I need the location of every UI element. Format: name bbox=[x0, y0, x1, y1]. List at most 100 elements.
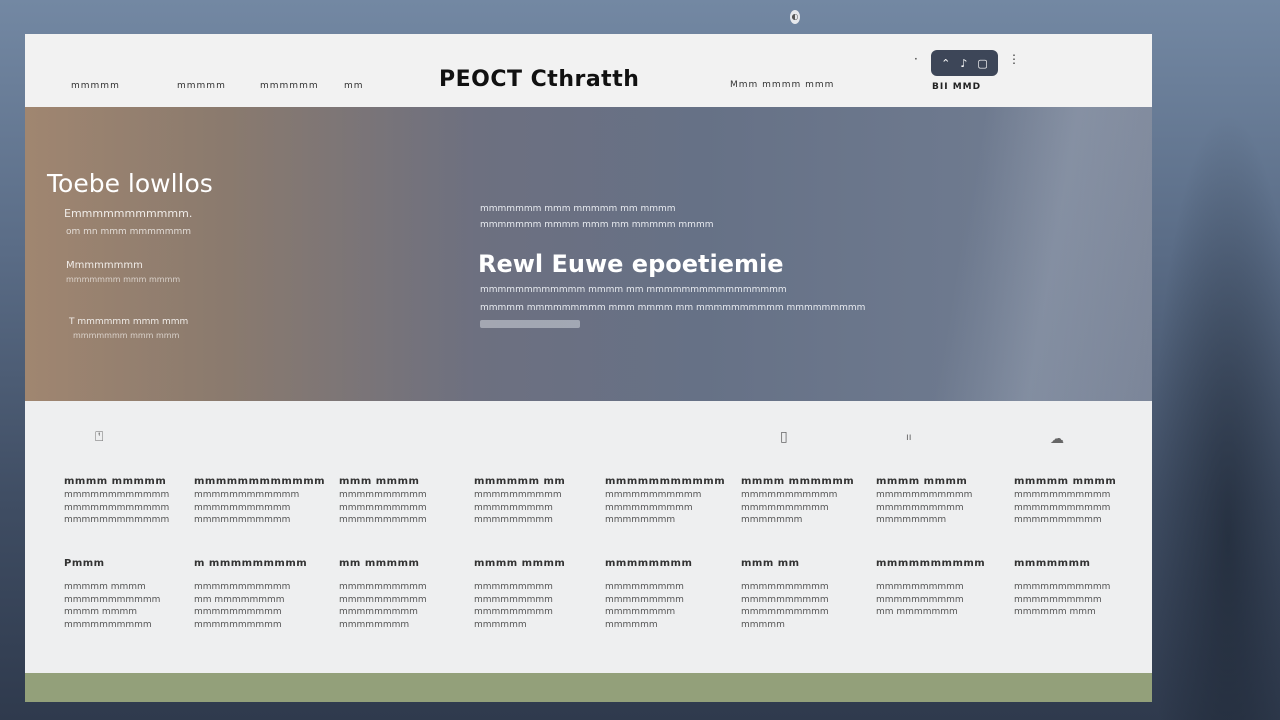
feature-item: mmmmmmmmmmm mmmmmmmmmmm mmmmmmmmmm mmmmm… bbox=[605, 475, 726, 527]
feature-text: mmmmmmmmmm bbox=[339, 515, 427, 525]
feature-item: mmmmmmmmmm mmmmmmmmmm mmmmmmmmmm mm mmmm… bbox=[876, 557, 988, 619]
hero-banner: Toebe lowllos Emmmmmmmmmmm. om mn mmm mm… bbox=[25, 107, 1152, 401]
feature-item: m mmmmmmmmm mmmmmmmmmmm mm mmmmmmmm mmmm… bbox=[194, 557, 308, 631]
feature-title: mmmmm mmmm bbox=[1014, 476, 1117, 487]
hero-label[interactable]: Mmmmmmmm bbox=[66, 260, 143, 271]
feature-title: mmmmmmmm bbox=[605, 558, 693, 569]
hero-text: T mmmmmm mmm mmm bbox=[69, 317, 189, 327]
feature-text: mmmmmmmmmmm bbox=[194, 582, 291, 592]
feature-text: mmmmmmmmmmm bbox=[194, 502, 291, 513]
header-link[interactable]: Mmm mmmm mmm bbox=[730, 80, 834, 90]
feature-text: mmmmmmmmm bbox=[474, 502, 553, 513]
feature-text: mmmmmmmmmm bbox=[1014, 515, 1102, 525]
feature-text: mmmmmmmmmm bbox=[194, 619, 282, 630]
feature-text: mmmmmmmmmm bbox=[339, 594, 427, 605]
hero-title: Toebe lowllos bbox=[47, 169, 213, 198]
feature-text: mmmmmmmmmmmm bbox=[64, 490, 170, 500]
chevron-up-icon[interactable]: ⌃ bbox=[941, 57, 950, 70]
feature-text: mmmmmm bbox=[605, 619, 658, 630]
feature-item: mmmm mmmm mmmmmmmmmmm mmmmmmmmmm mmmmmmm… bbox=[876, 475, 988, 527]
square-icon[interactable]: ▢ bbox=[977, 57, 987, 70]
hero-eyebrow: mmmmmmm mmm mmmmm mm mmmm bbox=[480, 204, 676, 214]
feature-text: mmmmmmmm bbox=[605, 515, 676, 525]
feature-title: mmm mm bbox=[741, 558, 800, 569]
hero-subtitle: Emmmmmmmmmmm. bbox=[64, 207, 193, 220]
feature-text: mmmmmmmmmm bbox=[741, 502, 829, 513]
feature-text: mmmmmmmmm bbox=[474, 582, 553, 592]
feature-item: mmmm mmmm mmmmmmmmm mmmmmmmmm mmmmmmmmm … bbox=[474, 557, 586, 631]
feature-title: m mmmmmmmmm bbox=[194, 558, 308, 569]
feature-text: mmmmmmmmmm bbox=[741, 594, 829, 605]
feature-text: mmmmmm bbox=[474, 619, 527, 630]
nav-link-1[interactable]: mmmmm bbox=[71, 81, 120, 91]
feature-text: mmmmmmmmmm bbox=[1014, 594, 1102, 605]
feature-text: mmmmmmmmmm bbox=[741, 582, 829, 592]
toolbar-pill[interactable]: ⌃ ♪ ▢ bbox=[931, 50, 998, 76]
feature-text: mmmmmmmmm bbox=[474, 515, 553, 525]
feature-text: mmmm mmmm bbox=[64, 607, 137, 617]
browser-window: mmmmm mmmmm mmmmmm mm PEOCT Cthratth Mmm… bbox=[25, 34, 1152, 702]
feature-text: mmmmmmmmmmmm bbox=[194, 490, 300, 500]
feature-title: mmmmmmmmmmm bbox=[605, 476, 726, 487]
feature-text: mmmmmmmmmmmm bbox=[64, 502, 170, 513]
nav-link-2[interactable]: mmmmm bbox=[177, 81, 226, 91]
feature-title: mmmmmmmmmmmm bbox=[194, 476, 326, 487]
feature-text: mmmmmmmm bbox=[605, 607, 676, 617]
feature-title: mmmm mmmmm bbox=[64, 476, 167, 487]
feature-text: mmmmmmmmmm bbox=[876, 582, 964, 592]
feature-text: mmmmmmmmmm bbox=[605, 502, 693, 513]
feature-text: mmmmmmmmmmm bbox=[1014, 502, 1111, 513]
feature-text: mmmmmmmmmm bbox=[474, 490, 562, 500]
feature-text: mmmmmmmmmm bbox=[741, 607, 829, 617]
feature-text: mmmmmmmmmm bbox=[876, 594, 964, 605]
feature-text: mmmmmmmmm bbox=[474, 594, 553, 605]
more-icon[interactable]: ⋮ bbox=[1008, 52, 1020, 66]
feature-text: mm mmmmmmm bbox=[876, 607, 958, 617]
feature-text: mmmmmmmmmmm bbox=[194, 515, 291, 525]
feature-item: mmmm mmmmmm mmmmmmmmmmm mmmmmmmmmm mmmmm… bbox=[741, 475, 855, 527]
feature-text: mm mmmmmmmm bbox=[194, 594, 285, 605]
feature-text: mmmmmmm bbox=[741, 515, 803, 525]
feature-item: mmm mmmm mmmmmmmmmm mmmmmmmmmm mmmmmmmmm… bbox=[339, 475, 451, 527]
feature-text: mmmmmmmmmm bbox=[339, 502, 427, 513]
hero-body: mmmmmmmmmmmm mmmm mm mmmmmmmmmmmmmmmm bbox=[480, 285, 787, 295]
brand-logo[interactable]: PEOCT Cthratth bbox=[439, 67, 639, 92]
feature-title: mmmmmm mm bbox=[474, 476, 566, 487]
hero-eyebrow: mmmmmmm mmmm mmm mm mmmmm mmmm bbox=[480, 220, 714, 230]
hero-heading: Rewl Euwe epoetiemie bbox=[478, 250, 784, 278]
feature-text: mmmmmmmmmm bbox=[64, 619, 152, 630]
cup-icon: ▯ bbox=[780, 429, 788, 445]
feature-text: mmmmmmmmmmm bbox=[876, 490, 973, 500]
feature-title: mmmmmmm bbox=[1014, 558, 1091, 569]
feature-item: mmmmmmmmmmmm mmmmmmmmmmmm mmmmmmmmmmm mm… bbox=[194, 475, 326, 527]
feature-text: mmmmmmmmmmm bbox=[1014, 490, 1111, 500]
feature-text: mmmmm bbox=[741, 619, 785, 630]
nav-link-4[interactable]: mm bbox=[344, 81, 364, 91]
feature-text: mmmmm mmmm bbox=[64, 582, 146, 592]
feature-text: mmmmmm mmm bbox=[1014, 607, 1096, 617]
nav-link-3[interactable]: mmmmmm bbox=[260, 81, 319, 91]
footer-band bbox=[25, 673, 1152, 702]
feature-text: mmmmmmmmmm bbox=[339, 582, 427, 592]
backdrop-decoration bbox=[1150, 110, 1280, 720]
feature-text: mmmmmmmmm bbox=[474, 607, 553, 617]
feature-text: mmmmmmmm bbox=[339, 619, 410, 630]
dots-icon: ıı bbox=[906, 432, 912, 443]
toggle-left-icon[interactable]: · bbox=[914, 52, 918, 66]
feature-title: mmmm mmmmmm bbox=[741, 476, 855, 487]
hero-text: mmmmmmm mmm mmm bbox=[73, 331, 180, 340]
cloud-icon: ☁ bbox=[1050, 431, 1064, 447]
feature-title: mmmm mmmm bbox=[474, 558, 566, 569]
feature-text: mmmmmmmmm bbox=[605, 582, 684, 592]
feature-text: mmmmmmmmmmmm bbox=[64, 515, 170, 525]
feature-title: mm mmmmm bbox=[339, 558, 420, 569]
feature-item: Pmmm mmmmm mmmm mmmmmmmmmmm mmmm mmmm mm… bbox=[64, 557, 176, 631]
music-icon[interactable]: ♪ bbox=[960, 57, 967, 70]
feature-text: mmmmmmmmmm bbox=[876, 502, 964, 513]
hero-shade bbox=[892, 107, 1152, 401]
bottle-icon: ⍞ bbox=[95, 429, 104, 445]
hero-text: mmmmmmm mmm mmmm bbox=[66, 275, 181, 284]
pill-caption: BII MMD bbox=[932, 82, 982, 92]
feature-item: mmmm mmmmm mmmmmmmmmmmm mmmmmmmmmmmm mmm… bbox=[64, 475, 176, 527]
top-indicator: ◐ bbox=[790, 10, 800, 24]
